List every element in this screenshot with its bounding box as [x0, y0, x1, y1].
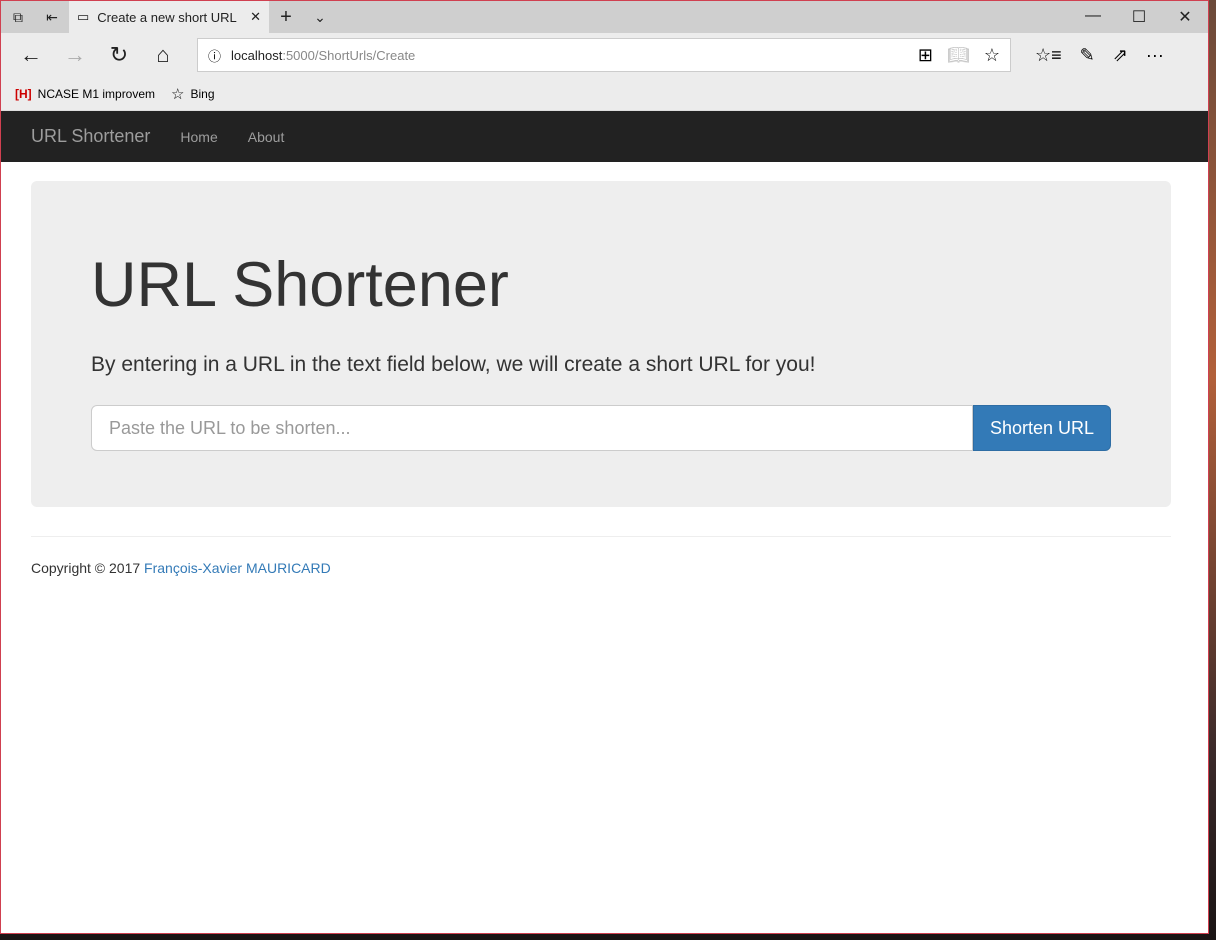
tab-preview-chevron-icon[interactable]: ⌄ — [303, 1, 337, 33]
more-icon[interactable]: ··· — [1146, 45, 1164, 66]
footer: Copyright © 2017 François-Xavier MAURICA… — [31, 560, 331, 576]
tab-title: Create a new short URL — [97, 9, 237, 25]
url-path: :5000/ShortUrls/Create — [282, 47, 416, 63]
favorite-item[interactable]: Bing — [190, 87, 214, 101]
divider — [31, 536, 1171, 537]
maximize-icon[interactable]: ☐ — [1116, 7, 1162, 27]
minimize-icon[interactable]: — — [1070, 7, 1116, 27]
favorites-hub-icon[interactable]: ☆≡ — [1035, 45, 1062, 66]
info-icon[interactable]: ⓘ — [208, 46, 221, 65]
reading-view-icon[interactable]: 📖︎ — [947, 45, 970, 66]
author-link[interactable]: François-Xavier MAURICARD — [144, 560, 331, 576]
copyright-text: Copyright © 2017 — [31, 560, 145, 576]
forward-icon[interactable]: → — [53, 42, 97, 68]
close-tab-icon[interactable]: ✕ — [250, 9, 261, 25]
favorite-site-icon: [H] — [15, 86, 32, 101]
url-host: localhost — [231, 47, 283, 63]
tab-manager-icon[interactable]: ⧉ — [1, 1, 35, 33]
web-note-icon[interactable]: ✎ — [1080, 45, 1095, 66]
tab-bar: ⧉ ⇤ ▭ Create a new short URL ✕ + ⌄ — ☐ ✕ — [1, 1, 1208, 33]
browser-window: ⧉ ⇤ ▭ Create a new short URL ✕ + ⌄ — ☐ ✕… — [0, 0, 1209, 934]
star-icon: ☆ — [171, 85, 185, 103]
new-tab-icon[interactable]: + — [269, 1, 303, 33]
lead-text: By entering in a URL in the text field b… — [91, 353, 816, 376]
page-title: URL Shortener — [91, 250, 509, 320]
share-icon[interactable]: ⇗ — [1113, 45, 1128, 66]
favorites-bar: [H] NCASE M1 improvem ☆ Bing — [1, 77, 1208, 111]
url-to-shorten-input[interactable] — [91, 405, 973, 451]
favorite-item[interactable]: NCASE M1 improvem — [38, 87, 155, 101]
nav-home[interactable]: Home — [180, 129, 217, 145]
page-icon: ▭ — [77, 9, 90, 24]
navbar-brand[interactable]: URL Shortener — [31, 126, 150, 147]
refresh-icon[interactable]: ↻ — [97, 42, 141, 68]
shorten-url-button[interactable]: Shorten URL — [973, 405, 1111, 451]
home-icon[interactable]: ⌂ — [141, 42, 185, 68]
favorite-star-icon[interactable]: ☆ — [984, 45, 1000, 66]
address-bar: ← → ↻ ⌂ ⓘ localhost:5000/ShortUrls/Creat… — [1, 33, 1208, 77]
set-tabs-aside-icon[interactable]: ⇤ — [35, 1, 69, 33]
tab-active[interactable]: ▭ Create a new short URL ✕ — [69, 1, 269, 33]
nav-about[interactable]: About — [248, 129, 285, 145]
translate-icon[interactable]: ⊞ — [918, 45, 933, 66]
site-navbar: URL Shortener Home About — [1, 111, 1208, 162]
jumbotron: URL Shortener By entering in a URL in th… — [31, 181, 1171, 507]
url-form: Shorten URL — [91, 405, 1111, 451]
close-window-icon[interactable]: ✕ — [1162, 7, 1208, 27]
back-icon[interactable]: ← — [9, 42, 53, 68]
url-input[interactable]: ⓘ localhost:5000/ShortUrls/Create ⊞ 📖︎ ☆ — [197, 38, 1011, 72]
